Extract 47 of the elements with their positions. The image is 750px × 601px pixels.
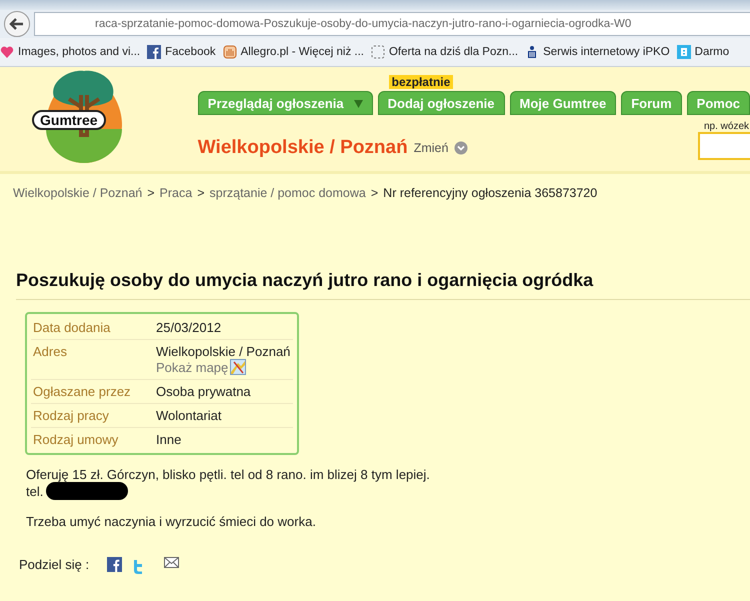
map-icon[interactable] — [230, 359, 246, 375]
detail-label: Rodzaj pracy — [33, 408, 110, 423]
facebook-icon[interactable] — [107, 556, 122, 572]
breadcrumb-separator: > — [370, 186, 378, 200]
current-page-label: Nr referencyjny ogłoszenia 365873720 — [383, 186, 598, 200]
address-field[interactable]: raca-sprzatanie-pomoc-domowa-Poszukuje-osoby-do-umycia-naczyn-jutro-rano-i-ogarniecia-ogrodka-W0 — [34, 12, 750, 36]
detail-label: Data dodania — [33, 320, 112, 335]
bookmark-link[interactable]: Serwis internetowy iPKO — [525, 45, 670, 59]
blank-page-icon — [370, 45, 385, 59]
breadcrumb-link[interactable]: Praca — [160, 186, 192, 200]
listing-title: Poszukuję osoby do umycia naczyń jutro rano i ogarnięcia ogródka — [16, 270, 750, 300]
mail-icon[interactable] — [164, 556, 180, 568]
chevron-down-icon — [454, 140, 468, 154]
bookmark-link[interactable]: Darmo — [676, 45, 730, 59]
detail-value: Wielkopolskie / Poznań — [156, 344, 290, 359]
detail-value: Inne — [156, 432, 182, 447]
breadcrumb-separator: > — [147, 186, 155, 200]
search-field[interactable] — [698, 132, 750, 160]
description-text: Oferuję 15 zł. Górczyn, blisko pętli. tel od 8 rano. im blizej 8 tym lepiej. — [26, 467, 431, 482]
bookmark-link[interactable]: Oferta na dziś dla Pozn... — [370, 45, 518, 59]
square-icon — [676, 45, 691, 59]
bookmark-link[interactable]: Facebook — [147, 45, 216, 59]
breadcrumb-separator: > — [197, 186, 205, 200]
bookmark-link[interactable]: Images, photos and vi... — [0, 45, 140, 59]
free-badge: bezpłatnie — [388, 75, 454, 89]
detail-value: Osoba prywatna — [156, 384, 251, 399]
detail-label: Ogłaszane przez — [33, 384, 132, 399]
share-label: Podziel się : — [19, 556, 90, 572]
logo-text: Gumtree — [32, 110, 106, 130]
detail-label: Rodzaj umowy — [33, 432, 120, 447]
detail-value: 25/03/2012 — [156, 320, 222, 335]
back-button[interactable] — [4, 11, 30, 37]
gumtree-logo[interactable]: Gumtree — [32, 67, 134, 167]
facebook-icon — [147, 45, 162, 59]
detail-value: Wolontariat — [156, 408, 222, 423]
show-map-link[interactable]: Pokaż mapę — [156, 360, 228, 374]
breadcrumb-link[interactable]: Wielkopolskie / Poznań — [13, 186, 142, 200]
body-text: Trzeba umyć naczynia i wyrzucić śmieci do worka. — [26, 514, 317, 529]
change-link[interactable]: Zmień — [414, 140, 448, 154]
phone-label: tel. — [26, 484, 44, 498]
heart-icon — [0, 45, 14, 59]
bookmark-link[interactable]: Allegro.pl - Więcej niż ... — [222, 45, 364, 59]
caret-icon — [354, 100, 363, 108]
location-title: Wielkopolskie / Poznań — [198, 136, 408, 158]
search-hint: np. wózek — [704, 121, 750, 132]
detail-label: Adres — [33, 344, 68, 361]
breadcrumb-link[interactable]: sprzątanie / pomoc domowa — [210, 186, 366, 200]
